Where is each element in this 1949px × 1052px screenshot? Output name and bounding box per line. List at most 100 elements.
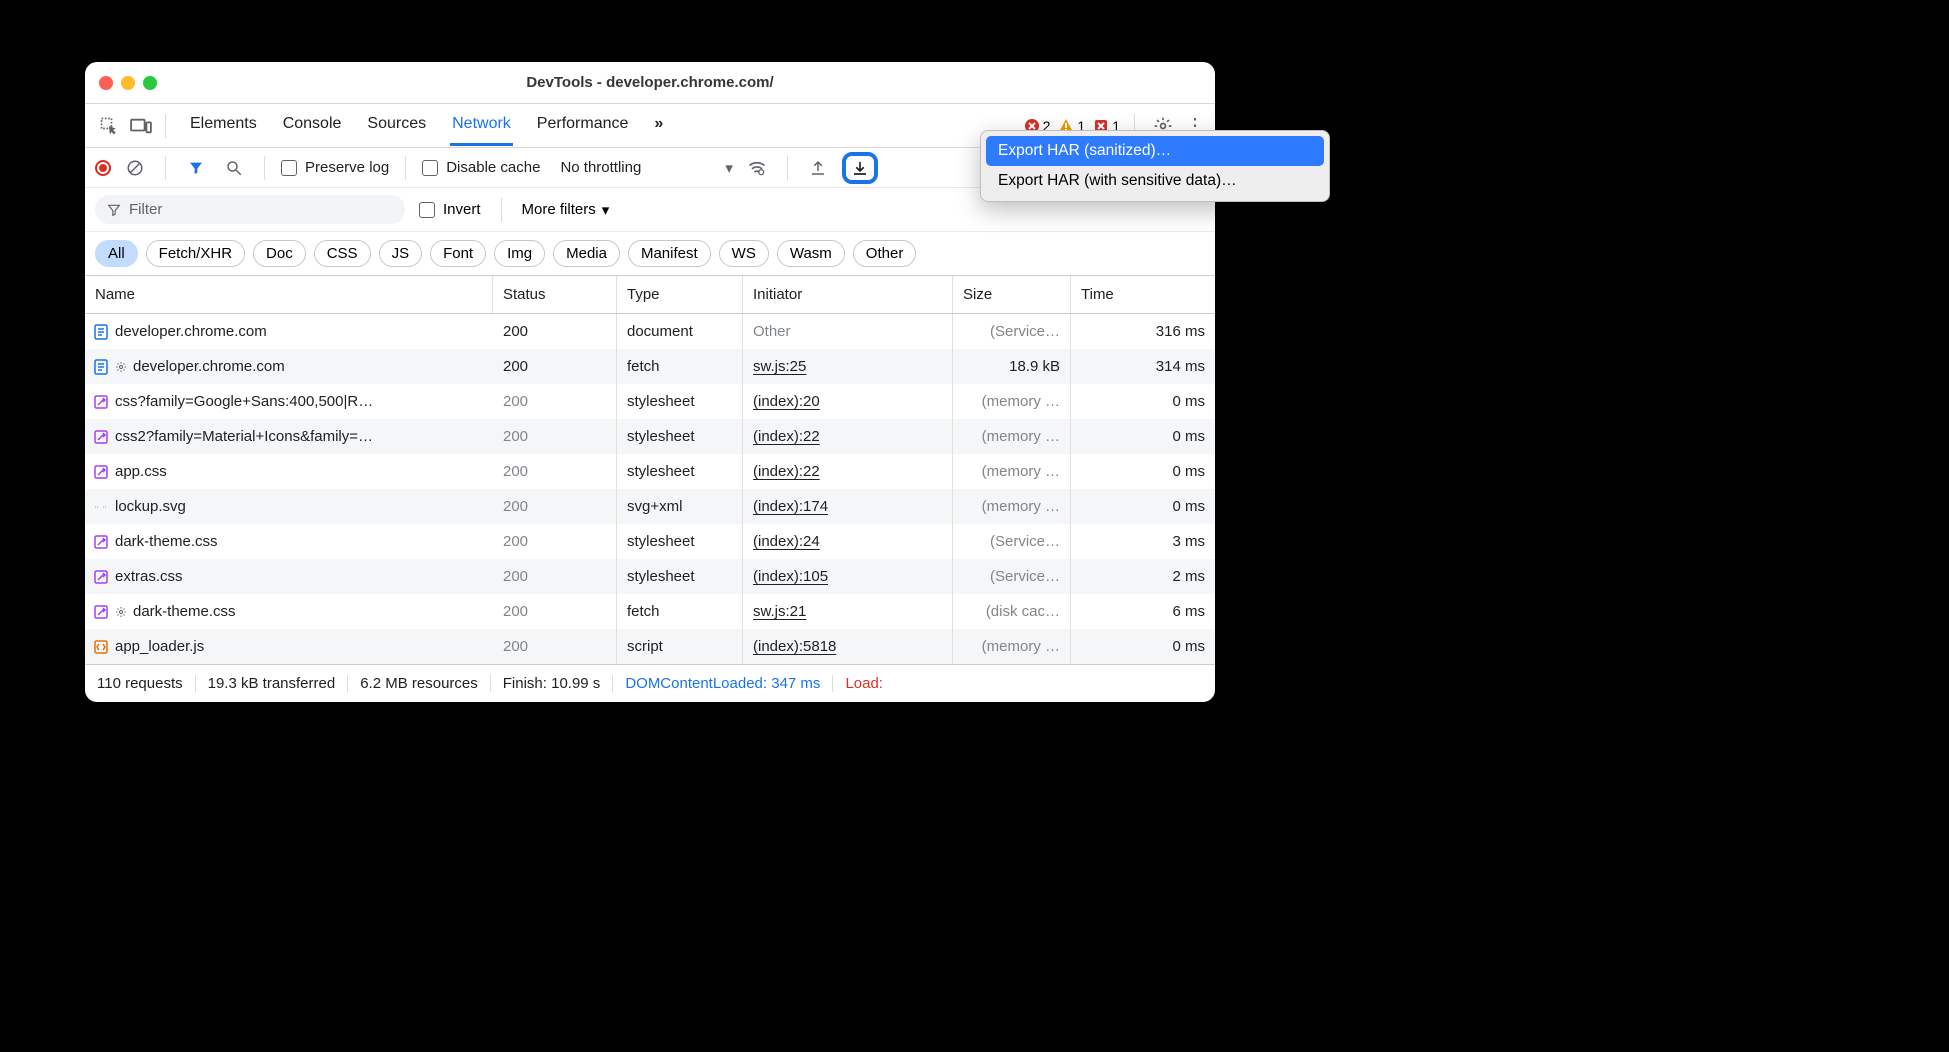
request-status: 200: [493, 314, 617, 349]
type-chip-img[interactable]: Img: [494, 240, 545, 267]
request-name: developer.chrome.com: [133, 358, 285, 375]
file-type-icon: [93, 534, 109, 550]
table-row[interactable]: developer.chrome.com200fetchsw.js:2518.9…: [85, 349, 1215, 384]
request-initiator[interactable]: (index):20: [743, 384, 953, 419]
table-row[interactable]: lockup.svg200svg+xml(index):174(memory ……: [85, 489, 1215, 524]
more-tabs-icon[interactable]: »: [652, 105, 665, 146]
type-chip-css[interactable]: CSS: [314, 240, 371, 267]
filter-icon[interactable]: [182, 154, 210, 182]
request-initiator[interactable]: (index):105: [743, 559, 953, 594]
export-har-sanitized[interactable]: Export HAR (sanitized)…: [986, 136, 1324, 166]
request-time: 314 ms: [1071, 349, 1215, 384]
preserve-log-checkbox[interactable]: [281, 160, 297, 176]
upload-har-icon[interactable]: [804, 154, 832, 182]
inspect-icon[interactable]: [95, 112, 123, 140]
tab-network[interactable]: Network: [450, 105, 513, 146]
type-chip-media[interactable]: Media: [553, 240, 620, 267]
file-type-icon: [93, 359, 109, 375]
request-initiator[interactable]: (index):24: [743, 524, 953, 559]
request-size: (Service…: [953, 559, 1071, 594]
device-toggle-icon[interactable]: [127, 112, 155, 140]
request-type: fetch: [617, 594, 743, 629]
zoom-button[interactable]: [143, 76, 157, 90]
status-transferred: 19.3 kB transferred: [196, 675, 349, 692]
type-chip-doc[interactable]: Doc: [253, 240, 306, 267]
invert-group[interactable]: Invert: [419, 201, 481, 218]
export-har-sensitive[interactable]: Export HAR (with sensitive data)…: [986, 166, 1324, 196]
request-type: stylesheet: [617, 454, 743, 489]
disable-cache-checkbox[interactable]: [422, 160, 438, 176]
close-button[interactable]: [99, 76, 113, 90]
request-initiator[interactable]: (index):22: [743, 419, 953, 454]
status-resources: 6.2 MB resources: [348, 675, 491, 692]
request-initiator[interactable]: (index):174: [743, 489, 953, 524]
request-time: 3 ms: [1071, 524, 1215, 559]
request-initiator[interactable]: (index):5818: [743, 629, 953, 664]
search-icon[interactable]: [220, 154, 248, 182]
status-load: Load:: [833, 675, 895, 692]
panel-tabs: Elements Console Sources Network Perform…: [188, 105, 665, 146]
col-time[interactable]: Time: [1071, 276, 1215, 313]
col-size[interactable]: Size: [953, 276, 1071, 313]
tab-sources[interactable]: Sources: [365, 105, 428, 146]
request-time: 0 ms: [1071, 489, 1215, 524]
minimize-button[interactable]: [121, 76, 135, 90]
request-initiator: Other: [743, 314, 953, 349]
table-row[interactable]: developer.chrome.com200documentOther(Ser…: [85, 314, 1215, 349]
filter-input[interactable]: Filter: [95, 195, 405, 224]
request-initiator[interactable]: (index):22: [743, 454, 953, 489]
table-row[interactable]: app.css200stylesheet(index):22(memory …0…: [85, 454, 1215, 489]
filter-funnel-icon: [107, 203, 121, 217]
request-size: (Service…: [953, 314, 1071, 349]
invert-checkbox[interactable]: [419, 202, 435, 218]
throttling-dropdown[interactable]: No throttling ▾: [560, 159, 732, 177]
request-status: 200: [493, 594, 617, 629]
request-type: stylesheet: [617, 419, 743, 454]
window-title: DevTools - developer.chrome.com/: [85, 74, 1215, 91]
type-chip-ws[interactable]: WS: [719, 240, 769, 267]
request-name: css?family=Google+Sans:400,500|R…: [115, 393, 373, 410]
tab-performance[interactable]: Performance: [535, 105, 631, 146]
request-initiator[interactable]: sw.js:25: [743, 349, 953, 384]
type-chip-all[interactable]: All: [95, 240, 138, 267]
clear-icon[interactable]: [121, 154, 149, 182]
col-name[interactable]: Name: [85, 276, 493, 313]
request-status: 200: [493, 419, 617, 454]
request-size: (memory …: [953, 629, 1071, 664]
file-type-icon: [93, 429, 109, 445]
more-filters-dropdown[interactable]: More filters ▾: [522, 201, 610, 219]
status-requests: 110 requests: [97, 675, 196, 692]
col-type[interactable]: Type: [617, 276, 743, 313]
preserve-log-label: Preserve log: [305, 159, 389, 176]
type-chip-manifest[interactable]: Manifest: [628, 240, 711, 267]
request-name: dark-theme.css: [115, 533, 218, 550]
request-name: dark-theme.css: [133, 603, 236, 620]
status-dcl: DOMContentLoaded: 347 ms: [613, 675, 833, 692]
table-row[interactable]: app_loader.js200script(index):5818(memor…: [85, 629, 1215, 664]
type-chip-font[interactable]: Font: [430, 240, 486, 267]
request-status: 200: [493, 489, 617, 524]
type-chip-other[interactable]: Other: [853, 240, 917, 267]
type-chip-wasm[interactable]: Wasm: [777, 240, 845, 267]
download-har-button[interactable]: [842, 152, 878, 184]
col-initiator[interactable]: Initiator: [743, 276, 953, 313]
request-initiator[interactable]: sw.js:21: [743, 594, 953, 629]
request-size: (disk cac…: [953, 594, 1071, 629]
table-row[interactable]: dark-theme.css 200fetchsw.js:21(disk cac……: [85, 594, 1215, 629]
disable-cache-group[interactable]: Disable cache: [422, 159, 540, 176]
request-time: 0 ms: [1071, 384, 1215, 419]
type-chip-js[interactable]: JS: [379, 240, 423, 267]
network-conditions-icon[interactable]: [743, 154, 771, 182]
table-row[interactable]: dark-theme.css200stylesheet(index):24(Se…: [85, 524, 1215, 559]
preserve-log-group[interactable]: Preserve log: [281, 159, 389, 176]
export-har-menu: Export HAR (sanitized)… Export HAR (with…: [980, 130, 1330, 202]
table-row[interactable]: css2?family=Material+Icons&family=…200st…: [85, 419, 1215, 454]
record-button[interactable]: [95, 160, 111, 176]
table-row[interactable]: extras.css200stylesheet(index):105(Servi…: [85, 559, 1215, 594]
table-row[interactable]: css?family=Google+Sans:400,500|R…200styl…: [85, 384, 1215, 419]
col-status[interactable]: Status: [493, 276, 617, 313]
tab-elements[interactable]: Elements: [188, 105, 259, 146]
type-chip-fetch[interactable]: Fetch/XHR: [146, 240, 245, 267]
request-size: (memory …: [953, 384, 1071, 419]
tab-console[interactable]: Console: [281, 105, 344, 146]
